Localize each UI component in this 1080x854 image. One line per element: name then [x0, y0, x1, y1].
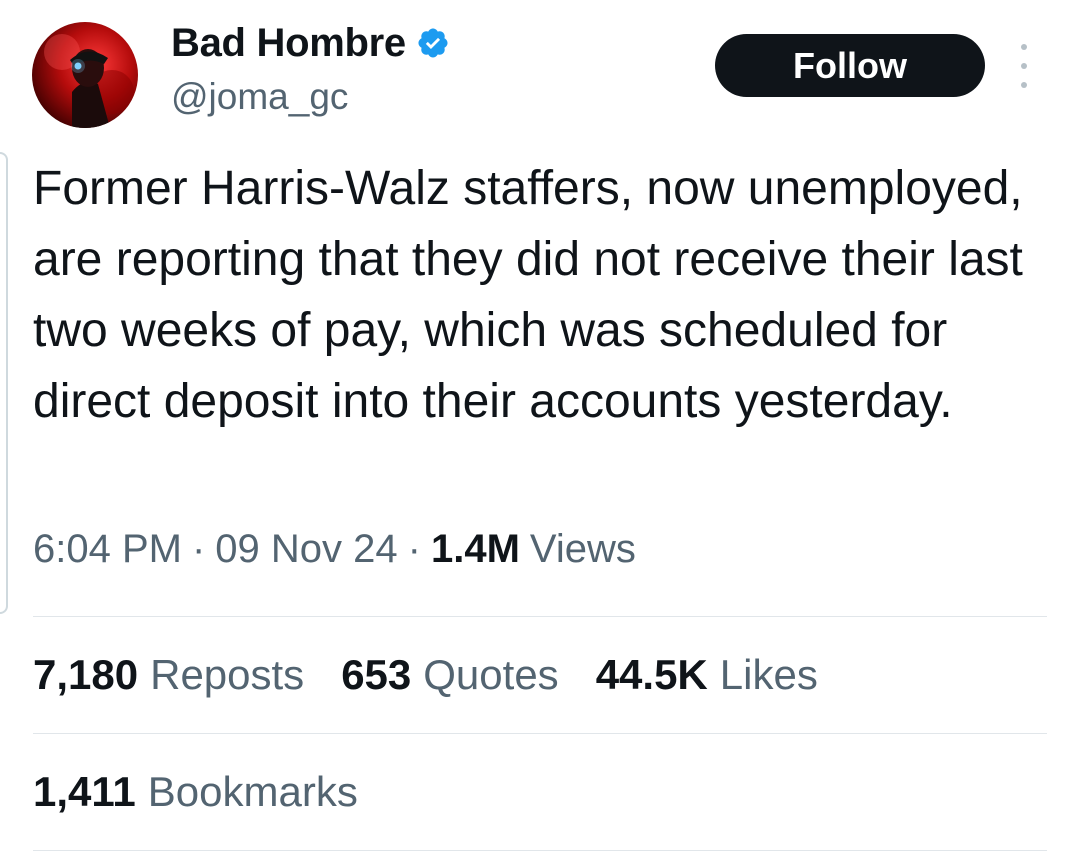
quoted-frame-edge	[0, 152, 8, 614]
views-label[interactable]: Views	[530, 527, 636, 572]
bookmarks-stat[interactable]: 1,411 Bookmarks	[33, 768, 395, 816]
follow-button[interactable]: Follow	[715, 34, 985, 97]
author-handle[interactable]: @joma_gc	[171, 76, 348, 118]
avatar[interactable]	[32, 22, 138, 128]
tweet-detail: Bad Hombre @joma_gc Follow Former Harris…	[0, 0, 1080, 854]
display-name[interactable]: Bad Hombre	[171, 21, 406, 66]
tweet-date[interactable]: 09 Nov 24	[215, 527, 397, 572]
tweet-text: Former Harris-Walz staffers, now unemplo…	[33, 162, 1023, 428]
meta-separator: ·	[407, 527, 421, 571]
more-vertical-icon[interactable]	[1012, 44, 1036, 88]
engagement-stats: 7,180 Reposts 653 Quotes 44.5K Likes	[33, 651, 855, 699]
divider	[33, 850, 1047, 851]
divider	[33, 616, 1047, 617]
bookmarks-count: 1,411	[33, 768, 136, 815]
avatar-image	[44, 34, 134, 128]
reposts-label: Reposts	[150, 651, 305, 698]
quotes-label: Quotes	[423, 651, 559, 698]
bookmarks-label: Bookmarks	[147, 768, 358, 815]
verified-badge-icon[interactable]	[416, 26, 450, 60]
quotes-stat[interactable]: 653 Quotes	[341, 651, 559, 699]
views-count[interactable]: 1.4M	[431, 527, 520, 572]
quotes-count: 653	[341, 651, 412, 698]
reposts-stat[interactable]: 7,180 Reposts	[33, 651, 304, 699]
author-name-row: Bad Hombre	[171, 20, 450, 66]
reposts-count: 7,180	[33, 651, 139, 698]
tweet-meta: 6:04 PM · 09 Nov 24 · 1.4M Views	[33, 527, 636, 572]
likes-label: Likes	[719, 651, 818, 698]
likes-stat[interactable]: 44.5K Likes	[596, 651, 818, 699]
likes-count: 44.5K	[595, 651, 708, 698]
divider	[33, 733, 1047, 734]
meta-separator: ·	[191, 527, 206, 571]
tweet-time[interactable]: 6:04 PM	[33, 527, 182, 572]
